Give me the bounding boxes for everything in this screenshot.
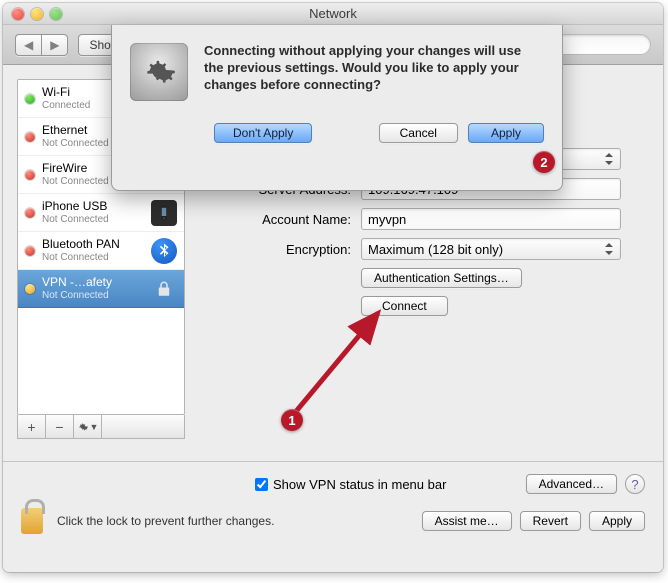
sidebar-item-iphone-usb[interactable]: iPhone USB Not Connected: [18, 194, 184, 232]
back-button[interactable]: ◀: [15, 34, 41, 56]
forward-button[interactable]: ▶: [41, 34, 68, 56]
lock-icon[interactable]: [21, 508, 43, 534]
list-footer: + − ▼: [17, 415, 185, 439]
footer: Click the lock to prevent further change…: [3, 498, 663, 550]
system-prefs-icon: [130, 43, 188, 101]
callout-1: 1: [281, 409, 303, 431]
status-orb: [25, 284, 35, 294]
gear-icon: [77, 421, 89, 433]
status-orb: [25, 94, 35, 104]
encryption-label: Encryption:: [199, 242, 351, 257]
bottom-bar: Show VPN status in menu bar Advanced… ?: [3, 461, 663, 498]
status-orb: [25, 170, 35, 180]
nav-segmented: ◀ ▶: [15, 34, 68, 56]
assist-me-button[interactable]: Assist me…: [422, 511, 512, 531]
callout-2: 2: [533, 151, 555, 173]
help-button[interactable]: ?: [625, 474, 645, 494]
encryption-select[interactable]: Maximum (128 bit only): [361, 238, 621, 260]
sidebar-item-label: Bluetooth PAN: [42, 238, 144, 252]
advanced-button[interactable]: Advanced…: [526, 474, 617, 494]
status-orb: [25, 246, 35, 256]
network-prefs-window: Network ◀ ▶ Show All Wi-Fi Connected: [3, 3, 663, 572]
phone-icon: [151, 200, 177, 226]
sheet-apply-button[interactable]: Apply: [468, 123, 544, 143]
confirm-sheet: Connecting without applying your changes…: [111, 25, 563, 191]
window-title: Network: [3, 6, 663, 21]
account-name-input[interactable]: [361, 208, 621, 230]
sheet-message: Connecting without applying your changes…: [204, 43, 544, 101]
remove-interface-button[interactable]: −: [46, 415, 74, 438]
revert-button[interactable]: Revert: [520, 511, 581, 531]
show-vpn-status-label: Show VPN status in menu bar: [273, 477, 446, 492]
apply-button[interactable]: Apply: [589, 511, 645, 531]
sidebar-item-label: iPhone USB: [42, 200, 144, 214]
dont-apply-button[interactable]: Don't Apply: [214, 123, 312, 143]
sidebar-item-label: VPN -…afety: [42, 276, 144, 290]
encryption-value: Maximum (128 bit only): [368, 242, 503, 257]
sidebar-item-status: Not Connected: [42, 214, 144, 226]
lock-text: Click the lock to prevent further change…: [57, 514, 274, 528]
sidebar-item-status: Not Connected: [42, 252, 144, 264]
action-menu-button[interactable]: ▼: [74, 415, 102, 438]
cancel-button[interactable]: Cancel: [379, 123, 458, 143]
add-interface-button[interactable]: +: [18, 415, 46, 438]
authentication-settings-button[interactable]: Authentication Settings…: [361, 268, 522, 288]
connect-button[interactable]: Connect: [361, 296, 448, 316]
account-name-label: Account Name:: [199, 212, 351, 227]
titlebar: Network: [3, 3, 663, 25]
lock-icon: [151, 276, 177, 302]
show-vpn-status-input[interactable]: [255, 478, 268, 491]
status-orb: [25, 132, 35, 142]
show-vpn-status-checkbox[interactable]: Show VPN status in menu bar: [255, 477, 446, 492]
bluetooth-icon: [151, 238, 177, 264]
status-orb: [25, 208, 35, 218]
sidebar-item-vpn[interactable]: VPN -…afety Not Connected: [18, 270, 184, 308]
sidebar-item-status: Not Connected: [42, 290, 144, 302]
sidebar-item-bluetooth-pan[interactable]: Bluetooth PAN Not Connected: [18, 232, 184, 270]
